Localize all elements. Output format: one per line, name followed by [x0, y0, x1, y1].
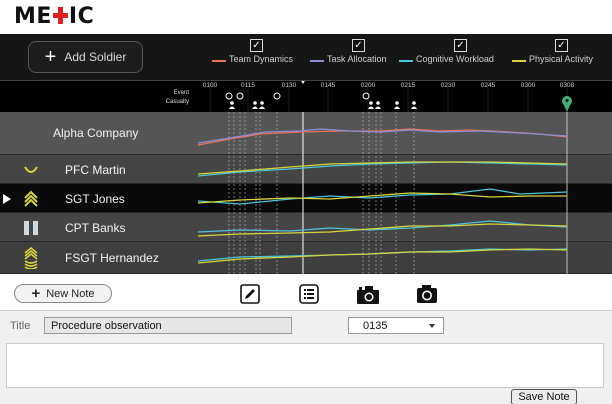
note-time-select[interactable]: 0135	[348, 317, 444, 334]
cognitive-workload-label: Cognitive Workload	[416, 54, 494, 64]
legend-team-dynamics: ✓ Team Dynamics	[212, 39, 322, 75]
new-note-button[interactable]: + New Note	[14, 284, 112, 303]
cognitive-workload-line	[197, 220, 568, 233]
camera-icon[interactable]	[416, 283, 438, 305]
casualty-marker-icon	[375, 106, 381, 109]
casualty-marker-icon	[376, 101, 380, 105]
physical-activity-line	[197, 248, 568, 264]
casualty-marker-icon	[412, 101, 416, 105]
note-toolbar: + New Note	[0, 280, 612, 310]
event-marker-icon	[236, 92, 244, 100]
video-camera-icon[interactable]	[356, 283, 380, 305]
save-note-button[interactable]: Save Note	[511, 389, 577, 404]
metric-chart	[197, 112, 568, 274]
note-title-input[interactable]	[44, 317, 292, 334]
event-marker-icon	[273, 92, 281, 100]
chevron-down-icon	[429, 324, 435, 328]
casualty-marker-icon	[253, 101, 257, 105]
physical-activity-label: Physical Activity	[529, 54, 594, 64]
plus-icon: +	[44, 46, 57, 68]
cognitive-workload-line	[197, 161, 568, 177]
physical-activity-checkbox[interactable]: ✓	[555, 39, 568, 52]
new-note-label: New Note	[46, 287, 95, 300]
plus-icon: +	[31, 285, 41, 302]
note-editor: Title 0135 Save Note	[0, 310, 612, 404]
casualty-marker-icon	[230, 101, 234, 105]
app-logo: ME IC	[14, 4, 95, 29]
red-cross-icon	[52, 7, 68, 24]
physical-activity-line	[197, 192, 567, 204]
header: ME IC	[0, 0, 612, 34]
list-icon[interactable]	[298, 283, 320, 305]
cognitive-workload-swatch	[399, 60, 413, 62]
event-marker-icon	[225, 92, 233, 100]
team-dynamics-swatch	[212, 60, 226, 62]
casualty-marker-icon	[394, 106, 400, 109]
cognitive-workload-line	[197, 248, 568, 262]
casualty-marker-icon	[259, 106, 265, 109]
location-pin-icon	[565, 98, 569, 103]
casualty-marker-icon	[252, 106, 258, 109]
note-body-textarea[interactable]	[6, 343, 604, 388]
cognitive-workload-checkbox[interactable]: ✓	[454, 39, 467, 52]
pencil-icon[interactable]	[239, 283, 261, 305]
legend-physical-activity: ✓ Physical Activity	[512, 39, 612, 75]
legend-cognitive-workload: ✓ Cognitive Workload	[399, 39, 509, 75]
casualty-marker-icon	[260, 101, 264, 105]
casualty-marker-icon	[229, 106, 235, 109]
playhead-marker-icon	[301, 81, 305, 84]
title-label: Title	[10, 320, 31, 332]
casualty-marker-icon	[369, 101, 373, 105]
timeline-header: Event Casualty 0100 0115 0130 0145 0200 0215 0…	[0, 80, 612, 113]
medic-app: ME IC + Add Soldier ✓ Team Dynamics ✓ Tas…	[0, 0, 612, 404]
casualty-marker-icon	[368, 106, 374, 109]
add-soldier-button[interactable]: + Add Soldier	[28, 41, 143, 73]
physical-activity-swatch	[512, 60, 526, 62]
casualty-marker-icon	[395, 101, 399, 105]
toolbar: + Add Soldier ✓ Team Dynamics ✓ Task All…	[0, 34, 612, 80]
team-dynamics-label: Team Dynamics	[229, 54, 294, 64]
note-time-value: 0135	[363, 320, 388, 332]
casualty-marker-icon	[411, 106, 417, 109]
add-soldier-label: Add Soldier	[64, 50, 127, 64]
location-pin-icon	[563, 103, 571, 112]
soldier-rows: Alpha Company PFC Martin SGT Jones CPT B…	[0, 112, 612, 274]
task-allocation-label: Task Allocation	[327, 54, 387, 64]
task-allocation-swatch	[310, 60, 324, 62]
task-allocation-checkbox[interactable]: ✓	[352, 39, 365, 52]
timeline-axis: 0100 0115 0130 0145 0200 0215 0230 0245 0300 0308	[203, 81, 575, 113]
team-dynamics-checkbox[interactable]: ✓	[250, 39, 263, 52]
